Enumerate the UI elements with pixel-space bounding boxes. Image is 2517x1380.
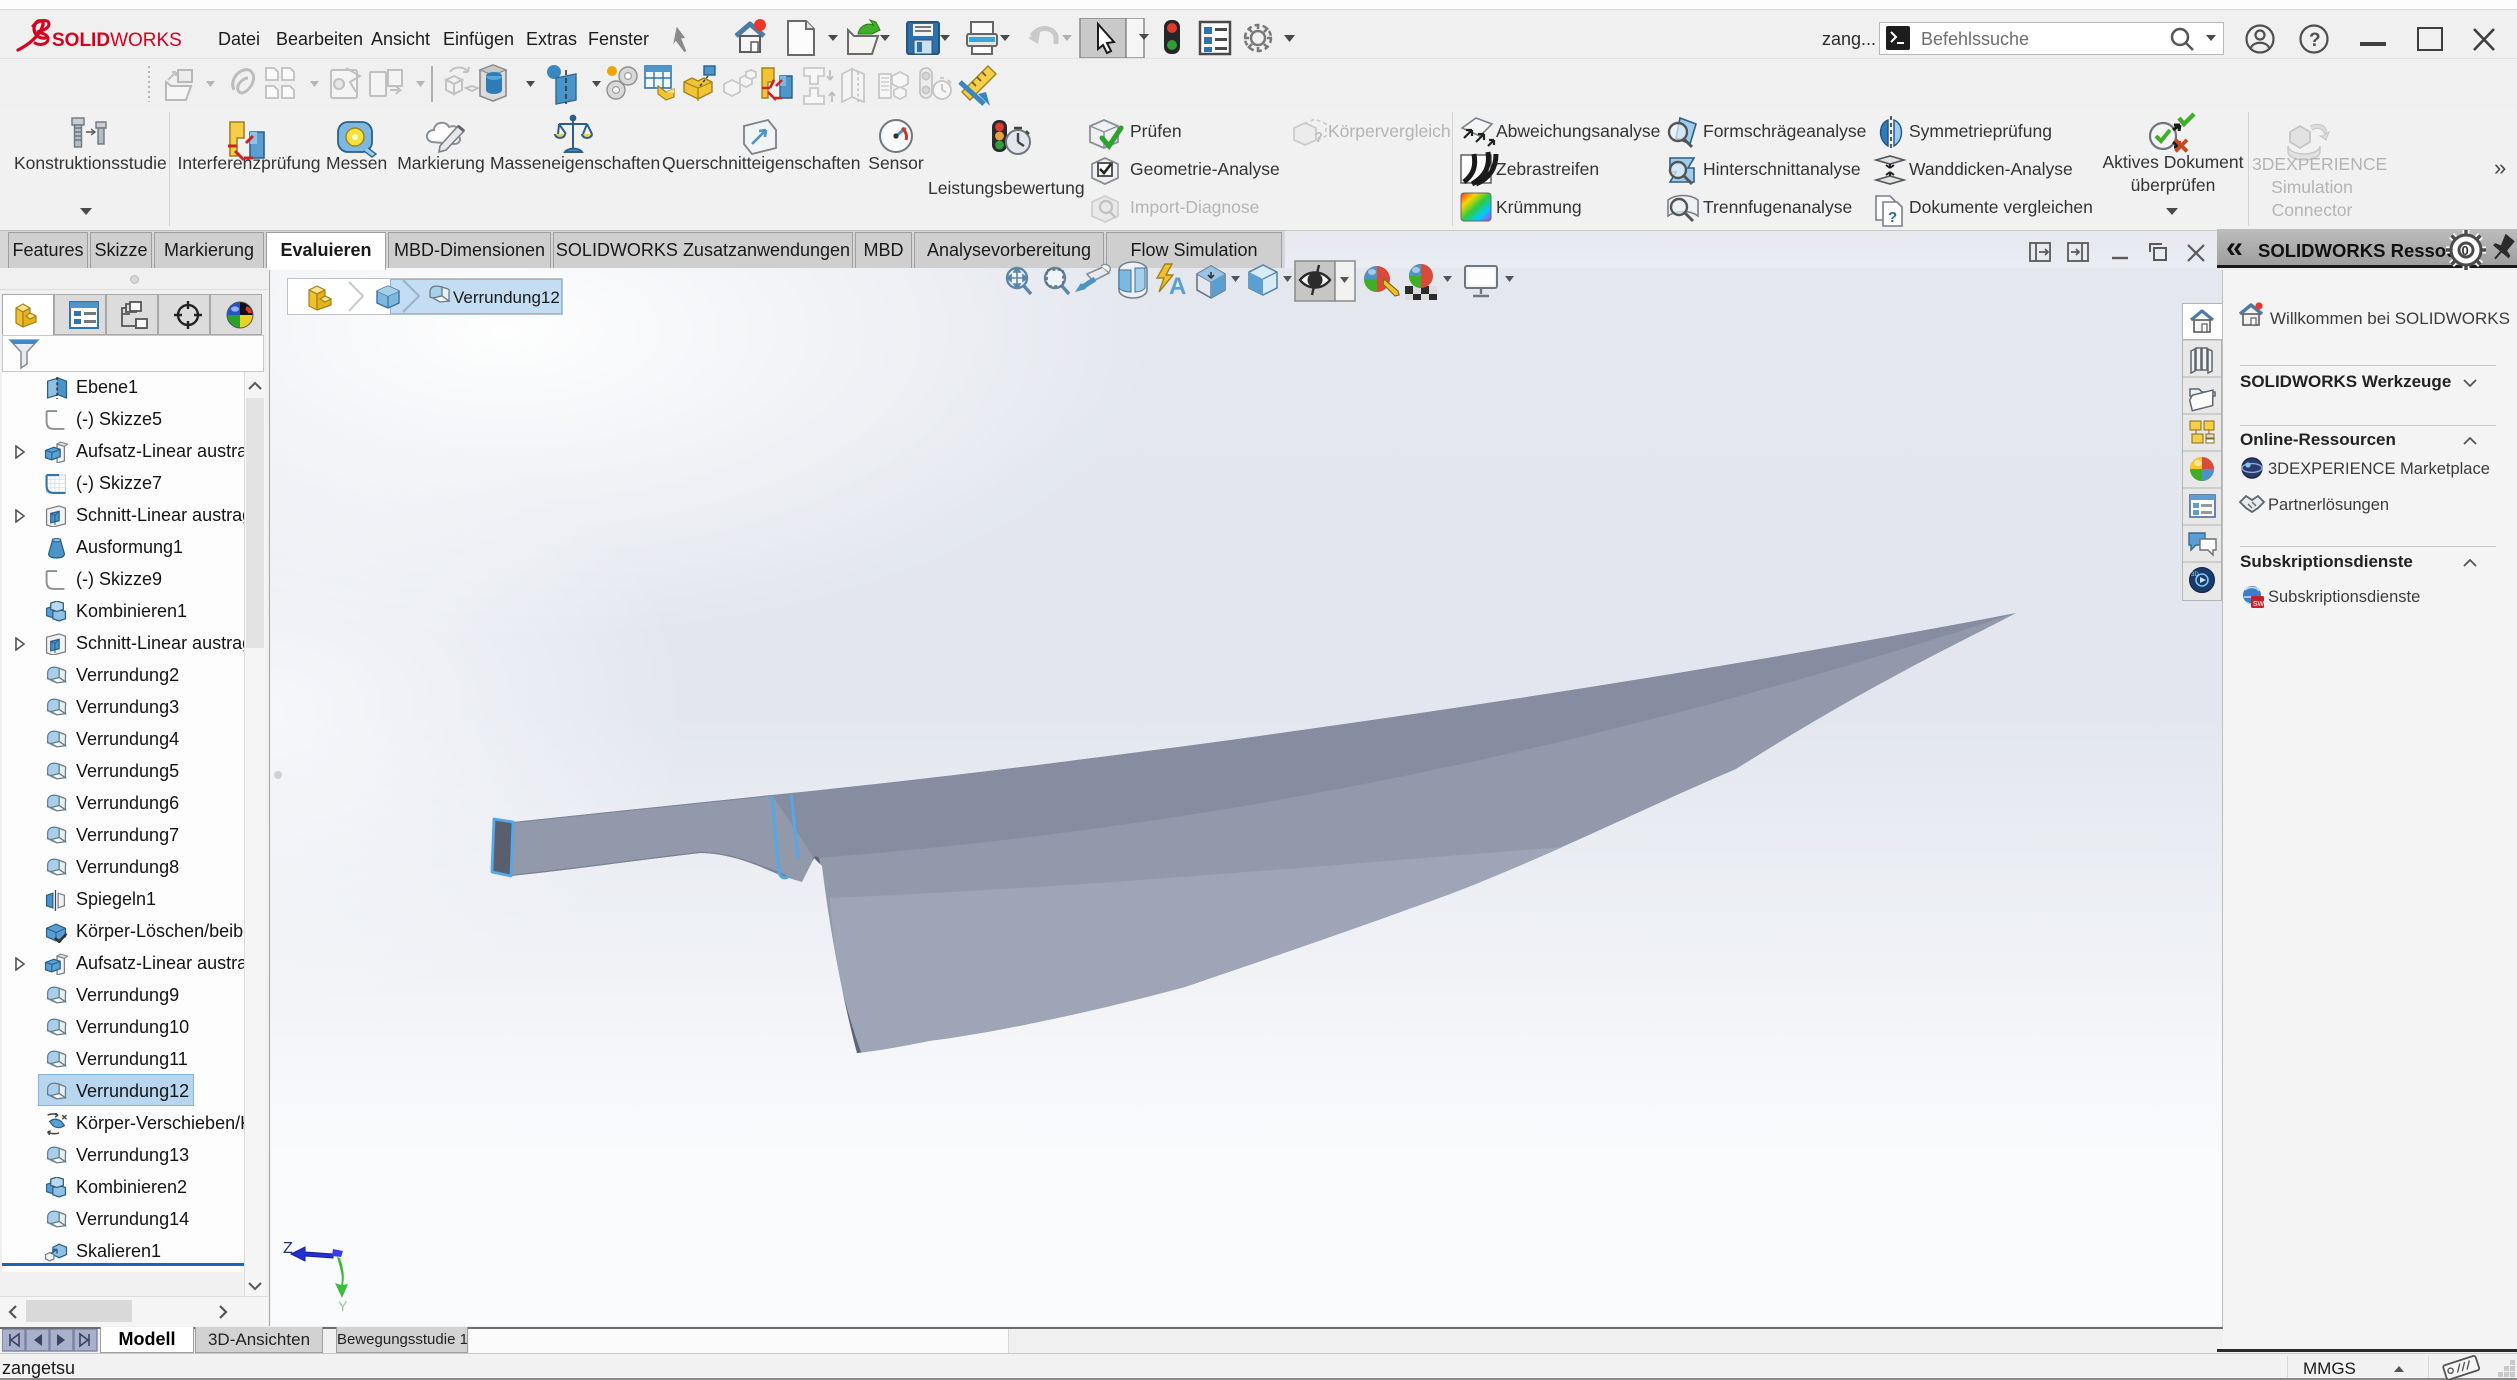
svg-text:3D: 3D bbox=[2191, 572, 2199, 578]
svg-text:?: ? bbox=[1314, 129, 1323, 146]
svg-text:Y: Y bbox=[338, 1298, 348, 1314]
svg-text:?: ? bbox=[1888, 209, 1897, 226]
svg-text:sw: sw bbox=[2253, 598, 2265, 608]
svg-text:SOLIDWORKS: SOLIDWORKS bbox=[52, 30, 182, 51]
svg-text:0: 0 bbox=[2462, 243, 2469, 258]
svg-text:A: A bbox=[1169, 273, 1186, 300]
svg-text:?: ? bbox=[2309, 30, 2321, 51]
svg-text:Verrundung12: Verrundung12 bbox=[453, 288, 560, 307]
